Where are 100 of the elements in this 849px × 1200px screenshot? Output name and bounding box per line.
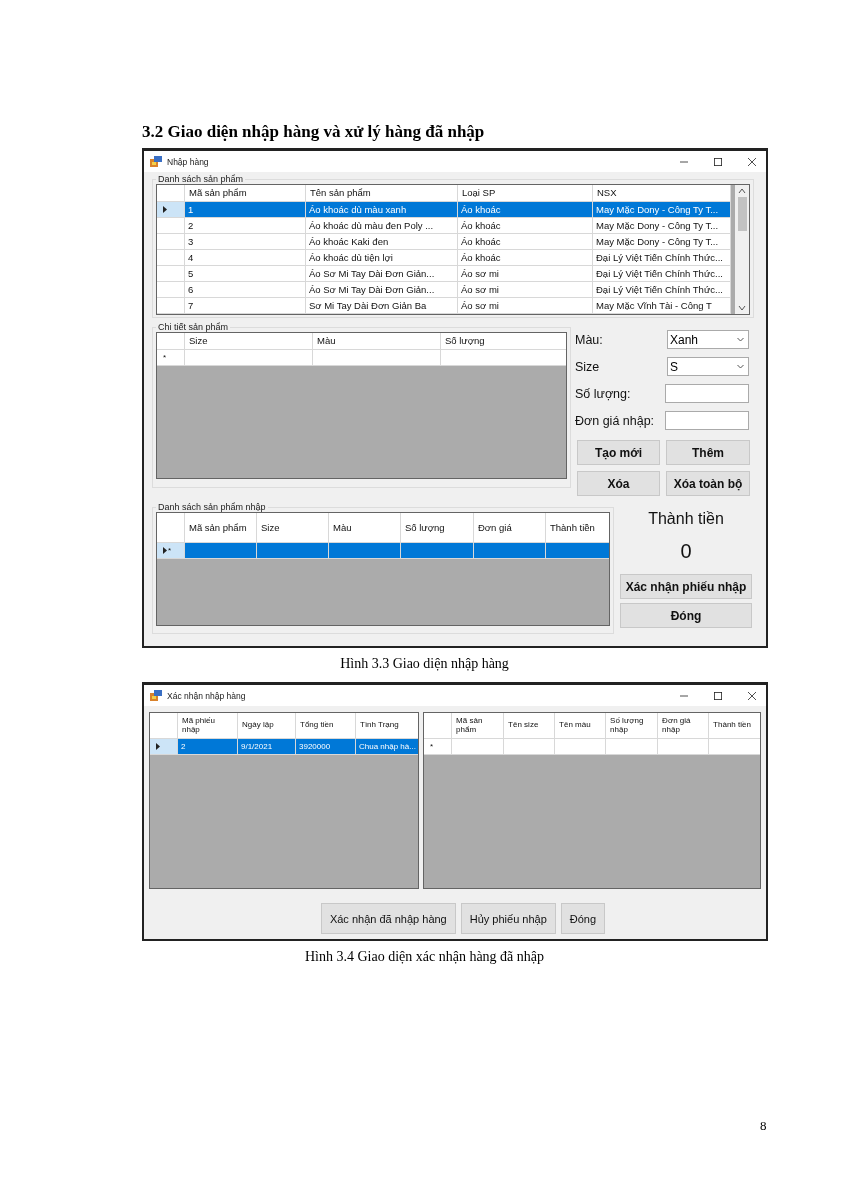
form-button[interactable]: Xóa toàn bộ [666, 471, 750, 496]
close-icon[interactable] [748, 157, 756, 166]
row-header[interactable]: * [157, 543, 185, 559]
table-cell: Áo khoác Kaki đen [306, 234, 458, 250]
column-header: Loại SP [458, 185, 593, 202]
table-cell: 3 [185, 234, 306, 250]
scrollbar[interactable] [735, 185, 749, 314]
current-row-icon [163, 547, 167, 554]
table-cell: Áo Sơ Mi Tay Dài Đơn Giản... [306, 282, 458, 298]
field-label: Màu: [575, 332, 603, 347]
figure-caption: Hình 3.4 Giao diện xác nhận hàng đã nhập [303, 949, 546, 966]
action-button[interactable]: Xác nhận đã nhập hàng [320, 903, 456, 934]
scroll-up-icon[interactable] [738, 188, 746, 194]
current-row-icon [156, 743, 160, 750]
column-header: Mã phiếu nhập [178, 713, 238, 739]
column-header: NSX [593, 185, 731, 202]
table-cell: 7 [185, 298, 306, 314]
maximize-icon[interactable] [714, 157, 722, 166]
total-label: Thành tiền [648, 510, 724, 528]
table-cell: Đại Lý Việt Tiến Chính Thức... [593, 282, 731, 298]
table-cell: May Mặc Vĩnh Tài - Công T [593, 298, 731, 314]
header-corner[interactable] [157, 333, 185, 350]
table-cell [474, 543, 546, 559]
close-icon[interactable] [748, 691, 756, 700]
form-button[interactable]: Tạo mới [577, 440, 660, 465]
scroll-down-icon[interactable] [738, 305, 746, 311]
table-cell: Sơ Mi Tay Dài Đơn Giản Ba [306, 298, 458, 314]
column-header: Đơn giá [474, 513, 546, 543]
table-cell: Chua nhập hà... [356, 739, 419, 755]
input-field[interactable] [665, 384, 749, 403]
column-header: Số lượng [401, 513, 474, 543]
table-cell: 4 [185, 250, 306, 266]
group-label: Danh sách sản phẩm nhập [157, 502, 267, 512]
field-label: Size [575, 359, 600, 374]
column-header: Màu [313, 333, 441, 350]
window-title: Nhập hàng [167, 156, 209, 167]
table-cell [555, 739, 607, 755]
table-cell: May Mặc Dony - Công Ty T... [593, 234, 731, 250]
column-header: Mã sản phẩm [185, 513, 257, 543]
column-header: Ngày lập [238, 713, 296, 739]
row-header[interactable] [157, 202, 185, 218]
column-header: Thành tiền [709, 713, 760, 739]
action-button[interactable]: Hủy phiếu nhập [460, 903, 556, 934]
input-field[interactable] [665, 411, 749, 430]
table-cell [658, 739, 710, 755]
column-header: Thành tiền [546, 513, 609, 543]
table-cell: Áo sơ mi [458, 282, 593, 298]
table-cell: 3920000 [296, 739, 356, 755]
group-label: Danh sách sản phẩm [157, 174, 245, 184]
scroll-thumb[interactable] [737, 197, 747, 231]
column-header: Size [185, 333, 313, 350]
column-header: Size [257, 513, 329, 543]
row-header[interactable]: * [157, 350, 185, 366]
column-header: Tên màu [555, 713, 607, 739]
table-cell: 6 [185, 282, 306, 298]
column-header: Số lượng nhập [606, 713, 659, 739]
table-cell: 2 [185, 218, 306, 234]
form-button[interactable]: Thêm [666, 440, 750, 465]
table-cell: Áo sơ mi [458, 298, 593, 314]
column-header: Số lượng [441, 333, 566, 350]
table-cell [185, 543, 257, 559]
field-label: Đơn giá nhập: [575, 413, 655, 428]
column-header: Đơn giá nhập [658, 713, 710, 739]
column-header: Tổng tiền [296, 713, 356, 739]
header-corner[interactable] [424, 713, 453, 739]
table-cell [257, 543, 329, 559]
table-cell: 5 [185, 266, 306, 282]
group-label: Chi tiết sản phẩm [157, 322, 230, 332]
new-row-marker: * [430, 742, 434, 751]
table-cell: Áo khoác [458, 218, 593, 234]
action-button[interactable]: Đóng [620, 603, 752, 628]
color-dropdown[interactable]: Xanh [667, 330, 749, 349]
table-cell: Áo khoác [458, 250, 593, 266]
table-cell: Áo Sơ Mi Tay Dài Đơn Giản... [306, 266, 458, 282]
header-corner[interactable] [157, 513, 185, 543]
page-number: 8 [760, 1118, 768, 1134]
action-button[interactable]: Đóng [560, 903, 606, 934]
table-cell: Áo khoác dù màu đen Poly ... [306, 218, 458, 234]
row-header[interactable]: * [424, 739, 453, 755]
table-cell: Áo khoác dù màu xanh [306, 202, 458, 218]
new-row-marker: * [163, 353, 167, 362]
table-cell: Áo sơ mi [458, 266, 593, 282]
table-cell: May Mặc Dony - Công Ty T... [593, 218, 731, 234]
column-header: Tình Trạng [356, 713, 419, 739]
app-icon [150, 690, 162, 701]
column-header: Mã sản phẩm [185, 185, 306, 202]
size-dropdown[interactable]: S [667, 357, 749, 376]
table-cell: Đại Lý Việt Tiến Chính Thức... [593, 266, 731, 282]
window-title: Xác nhận nhập hàng [167, 690, 246, 701]
maximize-icon[interactable] [714, 691, 722, 700]
new-row-marker: * [168, 546, 172, 555]
form-button[interactable]: Xóa [577, 471, 660, 496]
total-value: 0 [680, 540, 692, 564]
action-button[interactable]: Xác nhận phiếu nhập [620, 574, 752, 599]
column-header: Tên sản phẩm [306, 185, 458, 202]
field-label: Số lượng: [575, 386, 631, 401]
table-cell [504, 739, 556, 755]
section-heading: 3.2 Giao diện nhập hàng và xử lý hàng đã nhập [142, 122, 486, 143]
table-cell [606, 739, 659, 755]
row-header[interactable] [150, 739, 178, 755]
